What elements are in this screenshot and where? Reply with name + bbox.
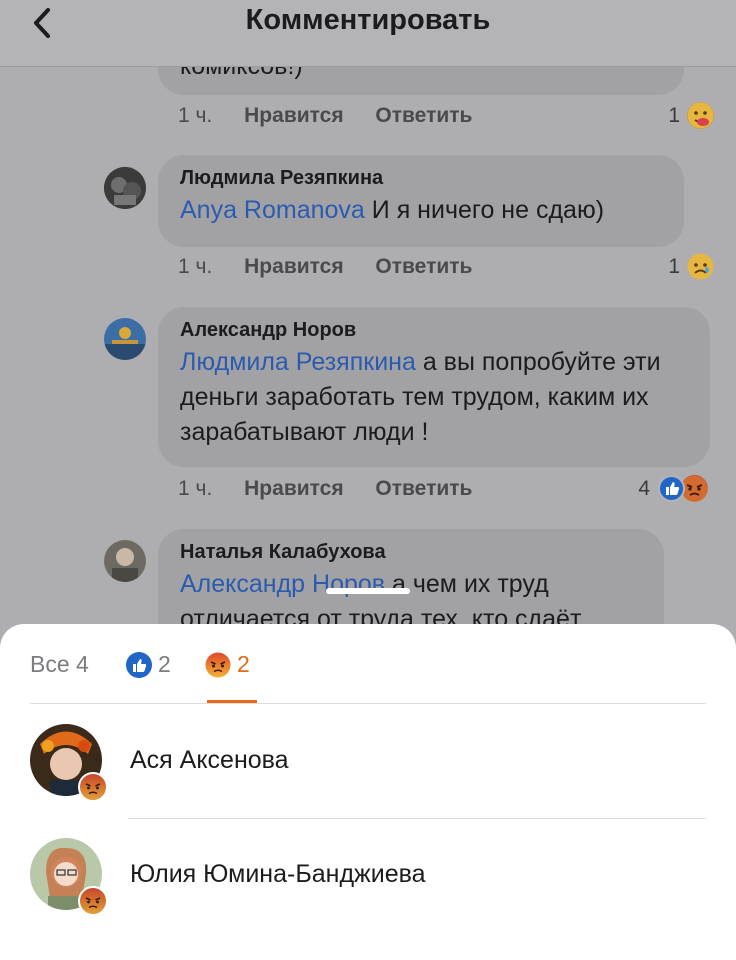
like-icon: [658, 475, 685, 502]
comment-time: 1 ч.: [178, 477, 213, 500]
divider: [30, 703, 706, 704]
reply-button[interactable]: Ответить: [375, 255, 472, 278]
like-button[interactable]: Нравится: [244, 255, 343, 278]
mention-link[interactable]: Anya Romanova: [180, 196, 365, 224]
comment-text: Александр Норов а чем их труд отличается…: [180, 567, 642, 625]
avatar[interactable]: [104, 540, 146, 582]
reaction-count[interactable]: 1: [660, 255, 680, 279]
comment-author[interactable]: Александр Норов: [180, 319, 688, 342]
reply-button[interactable]: Ответить: [375, 104, 472, 127]
comment-time: 1 ч.: [178, 104, 213, 127]
comment-meta: 1 ч. Нравится Ответить: [178, 255, 472, 279]
page-title: Комментировать: [245, 4, 491, 36]
reaction-tabs: Все 4 2 2: [0, 624, 736, 704]
comment-meta: 1 ч. Нравится Ответить: [178, 477, 472, 501]
reactor-row[interactable]: Юлия Юмина-Банджиева: [0, 820, 736, 930]
comment-time: 1 ч.: [178, 255, 213, 278]
like-icon: [126, 651, 152, 678]
angry-face-icon: [205, 652, 231, 678]
angry-face-icon: [78, 772, 108, 802]
reply-button[interactable]: Ответить: [375, 477, 472, 500]
comment-text: Людмила Резяпкина а вы попробуйте эти де…: [180, 345, 688, 450]
avatar[interactable]: [104, 167, 146, 209]
reactions-sheet: Все 4 2 2 Ася Аксенова Юлия Юмина-Банджи…: [0, 624, 736, 960]
comment-bubble: комиксов!): [158, 67, 684, 95]
avatar[interactable]: [104, 318, 146, 360]
comment-bubble: Людмила Резяпкина Anya Romanova И я ниче…: [158, 155, 684, 247]
sad-face-icon: [687, 253, 714, 280]
tab-label: 2: [237, 651, 250, 677]
comment-bubble: Александр Норов Людмила Резяпкина а вы п…: [158, 307, 710, 467]
like-button[interactable]: Нравится: [244, 104, 343, 127]
tab-all[interactable]: Все 4: [30, 651, 89, 678]
comment-feed[interactable]: комиксов!) 1 ч. Нравится Ответить 1 Людм…: [0, 67, 736, 625]
comment-text: комиксов!): [180, 67, 303, 84]
tab-label: 2: [158, 651, 171, 677]
comment-meta: 1 ч. Нравится Ответить: [178, 104, 472, 128]
mention-link[interactable]: Людмила Резяпкина: [180, 348, 416, 376]
comment-author[interactable]: Людмила Резяпкина: [180, 167, 662, 190]
comment-bubble: Наталья Калабухова Александр Норов а чем…: [158, 529, 664, 625]
angry-face-icon: [681, 475, 708, 502]
reaction-count[interactable]: 1: [660, 104, 680, 128]
reactor-name[interactable]: Юлия Юмина-Банджиева: [130, 860, 426, 889]
comment-body: И я ничего не сдаю): [371, 196, 605, 224]
angry-face-icon: [78, 886, 108, 916]
divider: [128, 818, 706, 819]
tab-angry[interactable]: 2: [205, 651, 250, 678]
reactor-row[interactable]: Ася Аксенова: [0, 706, 736, 816]
reaction-count[interactable]: 4: [630, 477, 650, 501]
tab-like[interactable]: 2: [126, 651, 171, 678]
like-button[interactable]: Нравится: [244, 477, 343, 500]
sheet-handle[interactable]: [326, 588, 410, 594]
care-face-icon: [687, 102, 714, 129]
top-bar: Комментировать: [0, 0, 736, 67]
reactor-name[interactable]: Ася Аксенова: [130, 746, 289, 775]
comment-author[interactable]: Наталья Калабухова: [180, 541, 642, 564]
tab-label: Все 4: [30, 651, 89, 677]
comment-text: Anya Romanova И я ничего не сдаю): [180, 193, 662, 228]
